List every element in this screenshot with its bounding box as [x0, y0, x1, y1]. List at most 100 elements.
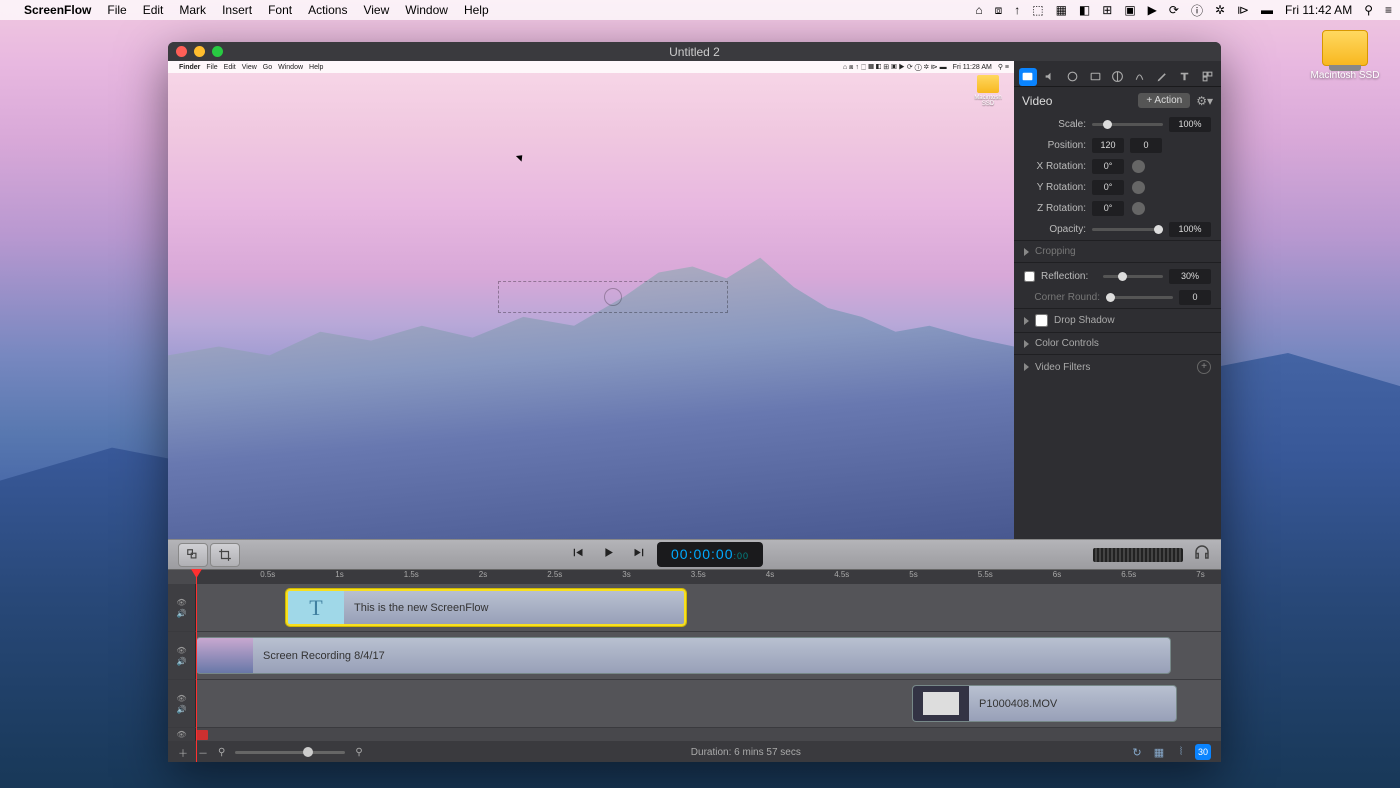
add-action-button[interactable]: + Action	[1138, 93, 1190, 108]
corner-value[interactable]: 0	[1179, 290, 1211, 305]
tab-media-library[interactable]	[1198, 68, 1216, 86]
remove-track-button[interactable]: －	[198, 745, 208, 760]
rotate-handle-icon[interactable]	[604, 288, 622, 306]
dropbox-icon[interactable]: ⧈	[995, 3, 1003, 18]
speaker-icon[interactable]: 🔊	[177, 705, 187, 714]
eye-icon[interactable]: 👁	[176, 598, 186, 607]
menubar-extra-icon[interactable]: ⊞	[1102, 3, 1112, 17]
fps-badge[interactable]: 30	[1195, 744, 1211, 760]
notifications-icon[interactable]: ≡	[1385, 3, 1392, 17]
add-track-button[interactable]: ＋	[178, 745, 188, 760]
menubar-clock[interactable]: Fri 11:42 AM	[1285, 3, 1352, 17]
app-menu[interactable]: ScreenFlow	[24, 3, 91, 17]
crop-button[interactable]	[210, 543, 240, 567]
track-header[interactable]: 👁	[168, 728, 196, 741]
loop-icon[interactable]: ↻	[1129, 744, 1145, 760]
menubar-extra-icon[interactable]: ▶	[1148, 3, 1157, 17]
menu-insert[interactable]: Insert	[222, 3, 252, 17]
spotlight-icon[interactable]: ⚲	[1364, 3, 1373, 17]
timeline-ruler[interactable]: 0.5s 1s 1.5s 2s 2.5s 3s 3.5s 4s 4.5s 5s …	[196, 570, 1221, 584]
opacity-slider[interactable]	[1092, 228, 1163, 231]
yrot-dial[interactable]	[1132, 181, 1145, 194]
menu-help[interactable]: Help	[464, 3, 489, 17]
headphones-icon[interactable]	[1193, 543, 1211, 566]
picture-icon[interactable]: ▦	[1151, 744, 1167, 760]
track-header[interactable]: 👁🔊	[168, 632, 196, 679]
clip-layers-button[interactable]	[178, 543, 208, 567]
section-color-controls[interactable]: Color Controls	[1014, 332, 1221, 354]
menubar-extra-icon[interactable]: ⌂	[975, 3, 982, 17]
clip-screen-recording[interactable]: Screen Recording 8/4/17	[196, 637, 1171, 674]
clip-text[interactable]: T This is the new ScreenFlow	[286, 589, 686, 626]
playhead-line[interactable]	[196, 570, 197, 762]
menu-edit[interactable]: Edit	[143, 3, 164, 17]
speaker-icon[interactable]: 🔊	[177, 609, 187, 618]
disk-label: Macintosh SSD	[1310, 70, 1380, 81]
menubar-extra-icon[interactable]: ◧	[1079, 3, 1090, 17]
menu-mark[interactable]: Mark	[179, 3, 206, 17]
battery-icon[interactable]: ▬	[1261, 3, 1273, 17]
track-header[interactable]: 👁🔊	[168, 680, 196, 727]
track-header[interactable]: 👁🔊	[168, 584, 196, 631]
add-filter-button[interactable]: +	[1197, 360, 1211, 374]
text-clip-selection[interactable]	[498, 281, 728, 313]
eye-icon[interactable]: 👁	[176, 646, 186, 655]
opacity-value[interactable]: 100%	[1169, 222, 1211, 237]
wifi-icon[interactable]: ⧐	[1237, 3, 1249, 17]
section-video-filters[interactable]: Video Filters +	[1014, 354, 1221, 379]
tab-touch-callout[interactable]	[1108, 68, 1126, 86]
position-y[interactable]: 0	[1130, 138, 1162, 153]
menu-view[interactable]: View	[363, 3, 389, 17]
tab-text[interactable]	[1176, 68, 1194, 86]
tab-annotations-pen[interactable]	[1153, 68, 1171, 86]
corner-slider[interactable]	[1106, 296, 1173, 299]
inspector-gear-icon[interactable]: ⚙︎▾	[1196, 94, 1213, 108]
reflection-value[interactable]: 30%	[1169, 269, 1211, 284]
xrot-value[interactable]: 0°	[1092, 159, 1124, 174]
menubar-extra-icon[interactable]: ⬚	[1032, 3, 1043, 17]
tab-video[interactable]	[1019, 68, 1037, 86]
zrot-dial[interactable]	[1132, 202, 1145, 215]
position-x[interactable]: 120	[1092, 138, 1124, 153]
timecode-display[interactable]: 00:00:00:00	[657, 542, 763, 567]
eye-icon[interactable]: 👁	[176, 694, 186, 703]
tab-screen-recording[interactable]	[1064, 68, 1082, 86]
menubar-extra-icon[interactable]: ▣	[1124, 3, 1135, 17]
play-button[interactable]	[601, 545, 616, 565]
scale-value[interactable]: 100%	[1169, 117, 1211, 132]
menu-font[interactable]: Font	[268, 3, 292, 17]
menubar-extra-icon[interactable]: ✲	[1215, 3, 1225, 17]
reflection-checkbox[interactable]	[1024, 271, 1035, 282]
zoom-out-icon[interactable]: ⚲	[218, 747, 225, 758]
scale-slider[interactable]	[1092, 123, 1163, 126]
menubar-extra-icon[interactable]: ▦	[1056, 3, 1067, 17]
menubar-extra-icon[interactable]: ↑	[1014, 3, 1020, 17]
prev-button[interactable]	[570, 545, 585, 565]
section-cropping[interactable]: Cropping	[1014, 240, 1221, 262]
clip-video[interactable]: P1000408.MOV	[912, 685, 1177, 722]
menu-file[interactable]: File	[107, 3, 126, 17]
reflection-slider[interactable]	[1103, 275, 1163, 278]
desktop-disk[interactable]: Macintosh SSD	[1310, 30, 1380, 81]
window-titlebar[interactable]: Untitled 2	[168, 42, 1221, 61]
tab-audio[interactable]	[1041, 68, 1059, 86]
shadow-checkbox[interactable]	[1035, 314, 1048, 327]
tab-callout[interactable]	[1086, 68, 1104, 86]
menubar-extra-icon[interactable]: ⓘ	[1191, 2, 1203, 19]
menubar-extra-icon[interactable]: ⟳	[1169, 3, 1179, 17]
menu-actions[interactable]: Actions	[308, 3, 347, 17]
section-drop-shadow[interactable]: Drop Shadow	[1014, 308, 1221, 332]
snap-icon[interactable]: ⦚	[1173, 744, 1189, 760]
zrot-value[interactable]: 0°	[1092, 201, 1124, 216]
next-button[interactable]	[632, 545, 647, 565]
zoom-in-icon[interactable]: ⚲	[355, 747, 362, 758]
preview-canvas[interactable]: Finder File Edit View Go Window Help ⌂ ⧈…	[168, 61, 1014, 539]
marker-icon[interactable]	[196, 730, 208, 740]
yrot-value[interactable]: 0°	[1092, 180, 1124, 195]
timeline-zoom-slider[interactable]	[235, 751, 345, 754]
recorded-menubar: Finder File Edit View Go Window Help ⌂ ⧈…	[168, 61, 1014, 73]
speaker-icon[interactable]: 🔊	[177, 657, 187, 666]
menu-window[interactable]: Window	[405, 3, 448, 17]
xrot-dial[interactable]	[1132, 160, 1145, 173]
tab-annotations[interactable]	[1131, 68, 1149, 86]
